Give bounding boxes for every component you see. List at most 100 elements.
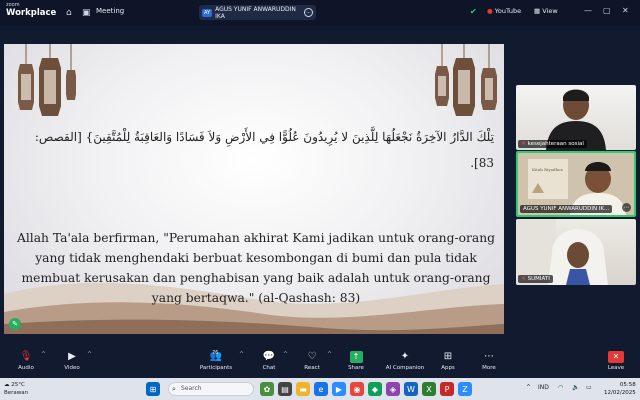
participant-name: SUMIATI	[527, 276, 550, 282]
mic-muted-icon: ✕	[521, 276, 526, 282]
leave-icon: ✕	[608, 351, 624, 363]
search-placeholder: Search	[181, 385, 202, 392]
meeting-video-icon[interactable]: ▣	[82, 8, 91, 18]
leave-label: Leave	[607, 365, 625, 371]
word-icon[interactable]: W	[404, 382, 418, 396]
lantern-right-icon	[435, 44, 497, 116]
edge-browser-icon[interactable]: e	[314, 382, 328, 396]
windows-start-icon[interactable]: ⊞	[146, 382, 160, 396]
slide-arabic-verse: تِلْكَ الدَّارُ الآخِرَةُ نَجْعَلُهَا لِ…	[34, 130, 494, 170]
audio-button[interactable]: 🎙 Audio ^	[14, 350, 46, 371]
participant-name-tag: ✕ SUMIATI	[518, 275, 553, 283]
chevron-up-icon[interactable]: ^	[41, 351, 46, 358]
react-label: React	[304, 365, 320, 371]
svg-text:Kitab Riyadhus: Kitab Riyadhus	[532, 167, 563, 172]
tray-chevron-icon[interactable]: ^	[526, 384, 531, 391]
home-icon[interactable]: ⌂	[66, 8, 72, 18]
share-button[interactable]: ↑ Share	[344, 350, 368, 371]
windows-taskbar: ☁ 25°C Berawan ⊞ ⌕ Search ✿ ▤ ▬ e ▶ ◉ ◆ …	[0, 378, 640, 400]
zoom-logo: zoom Workplace	[6, 3, 56, 18]
participant-tile[interactable]: ✕ kesejahteraan sosial	[516, 85, 636, 150]
more-dots-icon: ⋯	[484, 351, 494, 362]
title-bar: zoom Workplace ⌂ ▣ Meeting AY AGUS YUNIF…	[0, 0, 640, 26]
powerpoint-icon[interactable]: P	[440, 382, 454, 396]
chrome-icon[interactable]: ◉	[350, 382, 364, 396]
participant-tile-active-speaker[interactable]: Kitab Riyadhus AGUS YUNIF ANWARUDDIN IK.…	[516, 151, 636, 217]
chat-button[interactable]: 💬 Chat ^	[258, 350, 288, 371]
apps-grid-icon: ⊞	[443, 351, 453, 362]
clock-time: 05:58	[619, 382, 636, 388]
minimize-icon[interactable]: —	[584, 6, 592, 15]
apps-label: Apps	[441, 365, 455, 371]
lantern-left-icon	[18, 44, 76, 116]
weather-widget[interactable]: ☁ 25°C Berawan	[4, 381, 28, 397]
video-label: Video	[64, 365, 80, 371]
participant-name-tag: ✕ kesejahteraan sosial	[518, 140, 587, 148]
slide-translation: Allah Ta'ala berfirman, "Perumahan akhir…	[16, 231, 496, 305]
zoom-workplace-icon[interactable]: Z	[458, 382, 472, 396]
excel-icon[interactable]: X	[422, 382, 436, 396]
apps-button[interactable]: ⊞ Apps	[438, 350, 458, 371]
view-button[interactable]: ▦ View	[534, 7, 558, 15]
more-button[interactable]: ⋯ More	[478, 350, 500, 371]
widget-icon[interactable]: ✿	[260, 382, 274, 396]
meeting-options-icon[interactable]: ⋯	[304, 8, 313, 17]
participant-count: 76	[212, 350, 219, 356]
chat-label: Chat	[262, 365, 276, 371]
close-icon[interactable]: ✕	[622, 6, 629, 15]
grid-icon: ▦	[534, 7, 541, 15]
system-clock[interactable]: 05:58 12/02/2025	[604, 381, 636, 397]
maximize-icon[interactable]: ▢	[603, 6, 611, 15]
file-explorer-icon[interactable]: ▬	[296, 382, 310, 396]
leave-button[interactable]: ✕ Leave	[604, 350, 628, 371]
search-icon: ⌕	[172, 385, 176, 393]
participants-button[interactable]: 👥 76 Participants ^	[196, 350, 244, 371]
store-icon[interactable]: ◆	[368, 382, 382, 396]
sparkle-icon: ✦	[400, 351, 410, 362]
wifi-icon[interactable]: ◠	[558, 384, 563, 391]
logo-line2: Workplace	[6, 8, 57, 18]
temperature: 25°C	[11, 382, 25, 388]
youtube-label: YouTube	[494, 7, 522, 15]
cloud-icon: ☁	[4, 382, 10, 388]
security-shield-icon[interactable]: ✔	[470, 7, 477, 16]
heart-icon: ♡	[307, 351, 317, 362]
more-label: More	[482, 365, 496, 371]
chevron-up-icon[interactable]: ^	[87, 351, 92, 358]
meeting-tab[interactable]: Meeting	[96, 7, 124, 15]
taskbar-search[interactable]: ⌕ Search	[168, 382, 254, 396]
participant-name-tag: AGUS YUNIF ANWARUDDIN IK...	[520, 205, 613, 213]
share-arrow-icon: ↑	[349, 351, 363, 363]
chevron-up-icon[interactable]: ^	[327, 351, 332, 358]
task-view-icon[interactable]: ▤	[278, 382, 292, 396]
chevron-up-icon[interactable]: ^	[239, 351, 244, 358]
chevron-up-icon[interactable]: ^	[283, 351, 288, 358]
video-button[interactable]: ▶ Video ^	[60, 350, 92, 371]
ai-companion-button[interactable]: ✦ AI Companion	[382, 350, 428, 371]
mic-muted-icon: ✕	[521, 141, 526, 147]
participant-name: kesejahteraan sosial	[527, 141, 584, 147]
annotate-pencil-icon[interactable]: ✎	[9, 318, 21, 330]
battery-icon[interactable]: ▭	[586, 384, 592, 391]
clock-date: 12/02/2025	[604, 390, 636, 396]
zoom-taskbar-icon[interactable]: ▶	[332, 382, 346, 396]
mic-icon: 🎙	[19, 351, 33, 362]
meeting-host-name: AGUS YUNIF ANWARUDDIN IKA	[215, 5, 296, 20]
app-icon[interactable]: ◈	[386, 382, 400, 396]
weather-status: Berawan	[4, 390, 29, 396]
participants-label: Participants	[199, 365, 233, 371]
live-dot-icon: ●	[487, 7, 493, 15]
participant-more-icon[interactable]: ⋯	[622, 203, 631, 212]
volume-icon[interactable]: 🔈	[572, 384, 579, 391]
chat-icon: 💬	[262, 351, 276, 362]
view-label: View	[542, 7, 558, 15]
shared-screen: تِلْكَ الدَّارُ الآخِرَةُ نَجْعَلُهَا لِ…	[4, 44, 504, 334]
react-button[interactable]: ♡ React ^	[300, 350, 332, 371]
ai-companion-label: AI Companion	[385, 365, 425, 371]
share-label: Share	[348, 365, 364, 371]
youtube-stream-indicator[interactable]: ● YouTube	[487, 7, 521, 15]
audio-label: Audio	[18, 365, 34, 371]
participant-tile[interactable]: ✕ SUMIATI	[516, 219, 636, 285]
input-language[interactable]: IND	[538, 384, 549, 391]
meeting-title-pill[interactable]: AY AGUS YUNIF ANWARUDDIN IKA ⋯	[199, 5, 316, 20]
